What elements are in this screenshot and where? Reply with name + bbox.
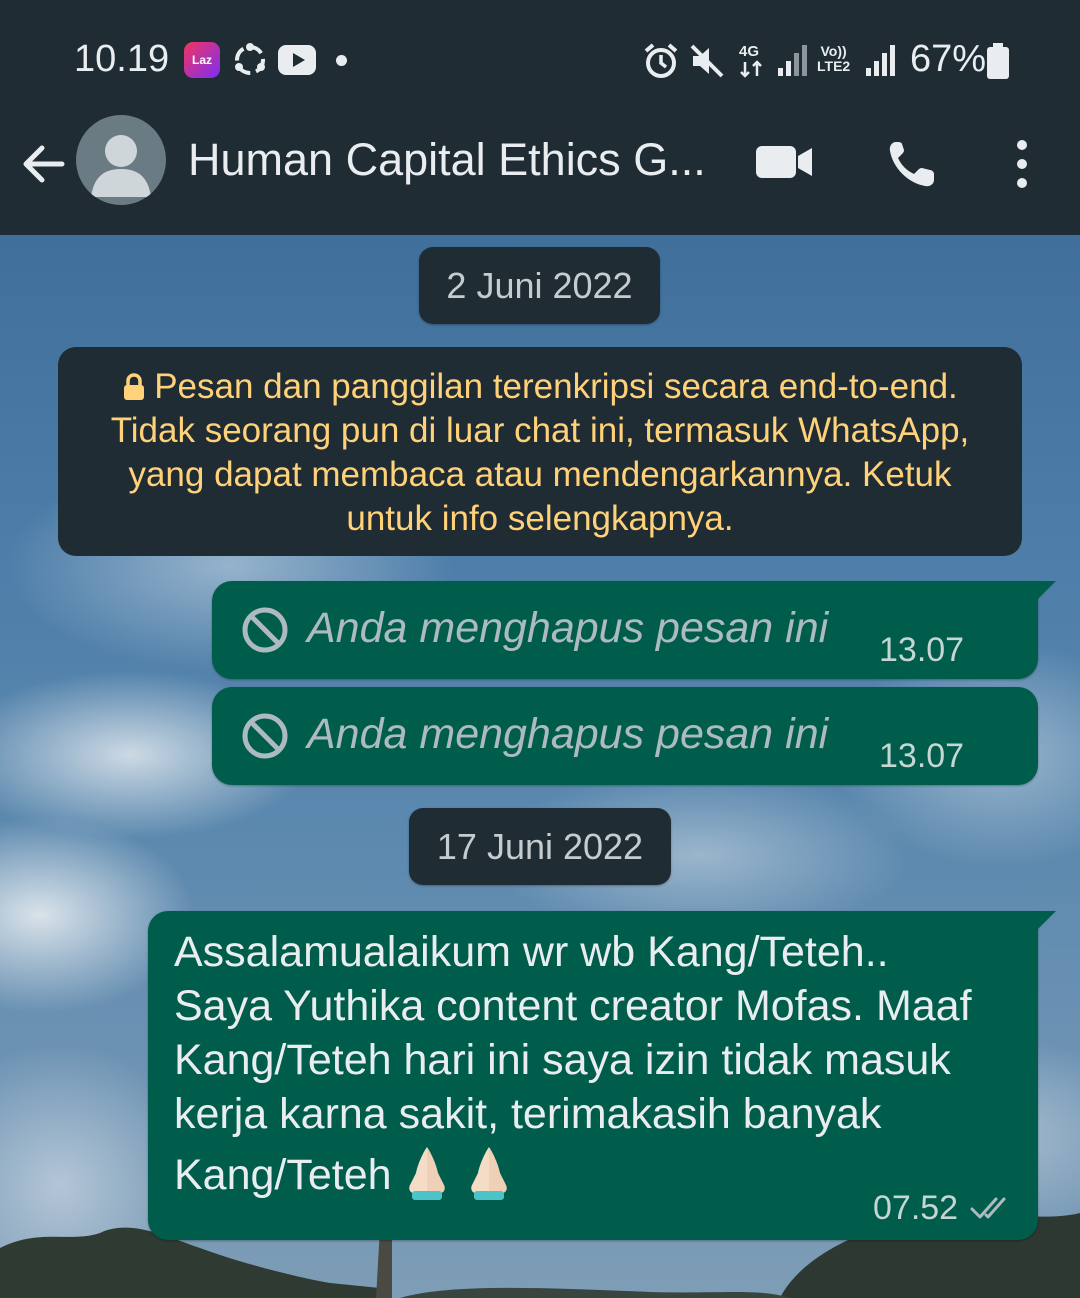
bubble-tail xyxy=(1034,911,1056,933)
date-separator: 2 Juni 2022 xyxy=(419,247,660,324)
deleted-message-text: Anda menghapus pesan ini xyxy=(307,604,829,652)
chat-messages-area[interactable]: 2 Juni 2022 Pesan dan panggilan terenkri… xyxy=(0,235,1080,1298)
back-arrow-icon[interactable] xyxy=(18,138,70,190)
deleted-message-bubble[interactable]: Anda menghapus pesan ini 13.07 xyxy=(212,581,1056,679)
folded-hands-emoji-icon xyxy=(470,1147,507,1200)
message-body: Assalamualaikum wr wb Kang/Teteh.. Saya … xyxy=(174,928,972,1199)
battery-icon xyxy=(987,43,1009,79)
status-time: 10.19 xyxy=(74,38,170,80)
lazada-notification-icon: Laz xyxy=(184,42,220,78)
date-separator: 17 Juni 2022 xyxy=(409,808,671,885)
chat-title[interactable]: Human Capital Ethics G... xyxy=(188,134,723,186)
default-avatar-icon xyxy=(91,135,151,197)
status-bar: 10.19 Laz 4G Vo)) LTE2 67% xyxy=(0,0,1080,110)
message-time: 07.52 xyxy=(873,1189,959,1227)
voice-call-icon[interactable] xyxy=(886,138,938,190)
data-arrows-icon xyxy=(740,60,762,78)
group-avatar[interactable] xyxy=(76,115,166,205)
network-4g-label: 4G xyxy=(739,43,760,60)
deleted-ban-icon xyxy=(242,607,288,653)
youtube-notification-icon xyxy=(278,45,316,75)
alarm-icon xyxy=(644,43,678,78)
double-check-read-icon xyxy=(970,1197,1006,1219)
sync-notification-icon xyxy=(235,43,265,75)
mute-icon xyxy=(690,44,724,78)
sent-message-bubble[interactable]: Assalamualaikum wr wb Kang/Teteh.. Saya … xyxy=(148,911,1056,1240)
more-options-icon[interactable] xyxy=(1000,136,1044,192)
encryption-notice-text: Pesan dan panggilan terenkripsi secara e… xyxy=(110,367,970,538)
battery-percentage: 67% xyxy=(910,38,987,80)
chat-header: Human Capital Ethics G... xyxy=(0,110,1080,235)
encryption-notice[interactable]: Pesan dan panggilan terenkripsi secara e… xyxy=(58,347,1022,556)
bubble-tail xyxy=(1034,581,1056,603)
more-notifications-dot-icon xyxy=(336,55,347,66)
deleted-message-text: Anda menghapus pesan ini xyxy=(307,710,829,758)
message-text: Assalamualaikum wr wb Kang/Teteh.. Saya … xyxy=(174,925,994,1202)
video-call-icon[interactable] xyxy=(752,140,816,184)
deleted-message-bubble[interactable]: Anda menghapus pesan ini 13.07 xyxy=(212,687,1038,785)
lock-icon xyxy=(124,373,145,400)
network-lte-label: Vo)) LTE2 xyxy=(817,43,851,74)
message-time: 13.07 xyxy=(879,631,965,669)
deleted-ban-icon xyxy=(242,713,288,759)
folded-hands-emoji-icon xyxy=(408,1147,445,1200)
message-time: 13.07 xyxy=(879,737,965,775)
signal-strength-2-icon xyxy=(866,45,895,76)
signal-strength-1-icon xyxy=(778,45,807,76)
